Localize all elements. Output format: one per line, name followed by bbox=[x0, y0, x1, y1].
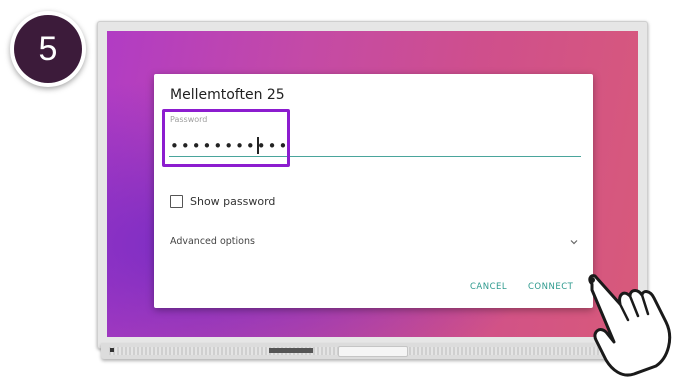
step-number-badge: 5 bbox=[14, 15, 82, 83]
top-caption bbox=[0, 0, 677, 14]
cancel-button[interactable]: CANCEL bbox=[470, 282, 507, 292]
chevron-down-icon[interactable] bbox=[568, 236, 580, 248]
hand-pointer-icon bbox=[588, 274, 672, 377]
front-panel-buttons[interactable] bbox=[338, 346, 408, 357]
password-highlight-box bbox=[162, 109, 290, 167]
connect-button[interactable]: CONNECT bbox=[528, 282, 573, 292]
brand-logo bbox=[269, 348, 313, 353]
checkbox-unchecked-icon[interactable] bbox=[170, 194, 183, 208]
advanced-options-label[interactable]: Advanced options bbox=[170, 236, 255, 247]
wifi-password-dialog: Mellemtoften 25 Password Show password A… bbox=[154, 74, 593, 308]
power-led-icon bbox=[110, 348, 114, 352]
display-base-bar bbox=[101, 343, 644, 359]
show-password-label: Show password bbox=[190, 194, 276, 208]
show-password-toggle[interactable]: Show password bbox=[170, 193, 275, 209]
network-name-title: Mellemtoften 25 bbox=[170, 87, 285, 103]
